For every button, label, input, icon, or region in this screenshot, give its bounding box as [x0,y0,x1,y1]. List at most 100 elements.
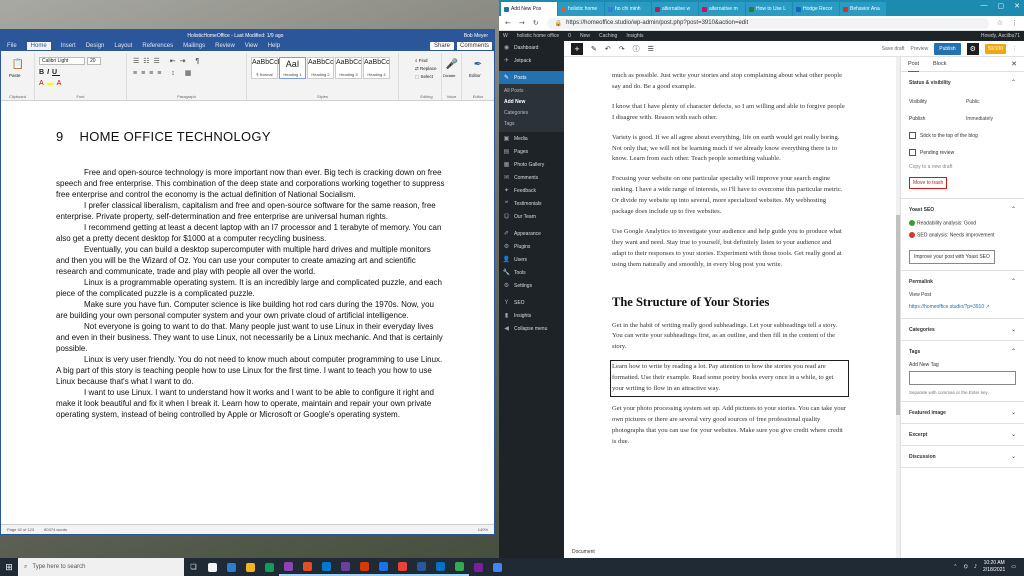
section-header[interactable]: Permalink ⌃ [909,271,1016,292]
windows-start-icon[interactable]: ⊞ [0,558,18,576]
editor-paragraph[interactable]: I know that I have plenty of character d… [612,102,847,124]
taskbar-app-icon[interactable] [355,558,374,576]
section-header[interactable]: Tags ⌃ [909,341,1016,362]
wordpress-logo-icon[interactable]: W [503,33,508,39]
submenu-all-posts[interactable]: All Posts [499,86,564,97]
tab-post[interactable]: Post [908,57,920,72]
sidebar-item-tools[interactable]: 🔧 Tools [499,266,564,279]
sidebar-item-appearance[interactable]: ✐ Appearance [499,227,564,240]
notification-icon[interactable]: ▭ [1011,564,1016,570]
tab-block[interactable]: Block [933,61,946,67]
list-view-icon[interactable]: ☰ [648,45,654,53]
chevron-up-icon[interactable]: ⌃ [953,564,957,570]
browser-tab[interactable]: Add New Pos [501,2,557,16]
more-options-icon[interactable]: ⋮ [1012,46,1017,52]
url-input[interactable]: 🔒 https://homeoffice.studio/wp-admin/post… [546,17,989,29]
site-name-link[interactable]: holistic home office [517,33,559,39]
add-block-icon[interactable]: + [571,42,583,55]
browser-tab[interactable]: ho chi minh [605,2,651,16]
comments-count[interactable]: 0 [568,33,571,39]
comments-button[interactable]: Comments [456,42,492,50]
align-icons[interactable]: ≡≡≡≡ ↕ ▦ [133,69,195,77]
word-tab-help[interactable]: Help [268,43,280,49]
section-header[interactable]: Status & visibility ⌃ [909,72,1016,93]
sidebar-item-pages[interactable]: ▤ Pages [499,145,564,158]
yoast-score-badge[interactable]: 50/100 [984,43,1006,54]
sidebar-item-media[interactable]: ▣ Media [499,132,564,145]
font-name-select[interactable]: Calibri Light [39,57,85,65]
taskbar-app-icon[interactable] [374,558,393,576]
insights-link[interactable]: Insights [626,33,643,39]
list-icons[interactable]: ☰☷☰ ⇤⇥ ¶ [133,57,203,65]
clock[interactable]: 10:20 AM 2/18/2021 [983,560,1005,574]
taskbar-app-icon[interactable] [203,558,222,576]
info-icon[interactable]: ⓘ [633,44,640,54]
sidebar-item-settings[interactable]: ⚙ Settings [499,279,564,292]
task-view-icon[interactable]: ❏ [184,558,203,576]
editor-paragraph-selected[interactable]: Learn how to write by reading a lot. Pay… [610,360,849,397]
section-header[interactable]: Excerpt ⌄ [909,424,1016,445]
copy-draft-link[interactable]: Copy to a new draft [909,161,1016,174]
publish-button[interactable]: Publish [934,42,961,55]
star-icon[interactable]: ☆ [997,19,1003,27]
taskbar-app-icon[interactable] [336,558,355,576]
editor-icon[interactable]: ✒ [470,57,486,71]
paste-icon[interactable]: 📋 [10,57,26,71]
editor-heading[interactable]: The Structure of Your Stories [612,295,847,307]
word-tab-mailings[interactable]: Mailings [183,43,205,49]
microphone-icon[interactable]: 🎤 [444,57,460,71]
find-button[interactable]: ⌕ Find [415,57,437,65]
editor-paragraph[interactable]: Get your photo processing system set up.… [612,404,847,448]
browser-tab[interactable]: Hodge Recor [793,2,839,16]
close-icon[interactable]: ✕ [1011,60,1017,68]
reload-icon[interactable]: ↻ [533,19,539,27]
sidebar-item-testimonials[interactable]: ❝ Testimonials [499,197,564,210]
taskbar-app-icon[interactable] [260,558,279,576]
replace-button[interactable]: ⇄ Replace [415,65,437,73]
section-header[interactable]: Categories ⌄ [909,319,1016,340]
editor-paragraph[interactable]: much as possible. Just write your storie… [612,71,847,93]
word-tab-references[interactable]: References [142,43,173,49]
preview-button[interactable]: Preview [911,46,929,52]
sidebar-item-photo-gallery[interactable]: ▦ Photo Gallery [499,158,564,171]
sidebar-item-seo[interactable]: Y SEO [499,296,564,309]
editor-paragraph[interactable]: Use Google Analytics to investigate your… [612,227,847,271]
font-color-icon[interactable]: A▬A [39,80,64,87]
move-to-trash-button[interactable]: Move to trash [909,177,948,189]
style-heading-4[interactable]: AaBbCc Heading 4 [363,57,390,79]
submenu-add-new[interactable]: Add New [499,97,564,108]
breadcrumb[interactable]: Document [572,549,595,555]
submenu-categories[interactable]: Categories [499,108,564,119]
taskbar-search[interactable]: ⌕ Type here to search [18,558,184,576]
sidebar-item-plugins[interactable]: ⚙ Plugins [499,240,564,253]
pencil-icon[interactable]: ✎ [591,45,597,53]
taskbar-app-icon[interactable] [412,558,431,576]
share-button[interactable]: Share [429,42,454,50]
word-tab-view[interactable]: View [245,43,258,49]
word-tab-insert[interactable]: Insert [61,43,76,49]
back-icon[interactable]: ← [505,19,511,27]
sidebar-item-posts[interactable]: ✎ Posts [499,71,564,84]
new-link[interactable]: New [580,33,590,39]
visibility-value[interactable]: Public [966,99,1016,105]
style-heading-3[interactable]: AaBbCc Heading 3 [335,57,362,79]
word-tab-design[interactable]: Design [86,43,105,49]
taskbar-app-icon[interactable] [279,558,298,576]
sidebar-item-users[interactable]: 👤 Users [499,253,564,266]
stick-checkbox[interactable]: Stick to the top of the blog [909,127,1016,144]
browser-tab[interactable]: Behavior Ana [840,2,886,16]
taskbar-app-icon[interactable] [222,558,241,576]
volume-icon[interactable]: ♪ [974,564,977,570]
font-size-select[interactable]: 20 [87,57,101,65]
undo-icon[interactable]: ↶ [605,45,611,53]
taskbar-app-icon[interactable] [317,558,336,576]
taskbar-app-icon[interactable] [393,558,412,576]
select-button[interactable]: ⬚ Select [415,73,437,81]
taskbar-app-icon[interactable] [241,558,260,576]
section-header[interactable]: Discussion ⌄ [909,446,1016,467]
sidebar-item-collapse[interactable]: ◀ Collapse menu [499,322,564,335]
redo-icon[interactable]: ↷ [619,45,625,53]
editor-paragraph[interactable]: Get in the habit of writing really good … [612,321,847,354]
editor-paragraph[interactable]: Focusing your website on one particular … [612,174,847,218]
browser-tab[interactable]: alternative m [699,2,745,16]
